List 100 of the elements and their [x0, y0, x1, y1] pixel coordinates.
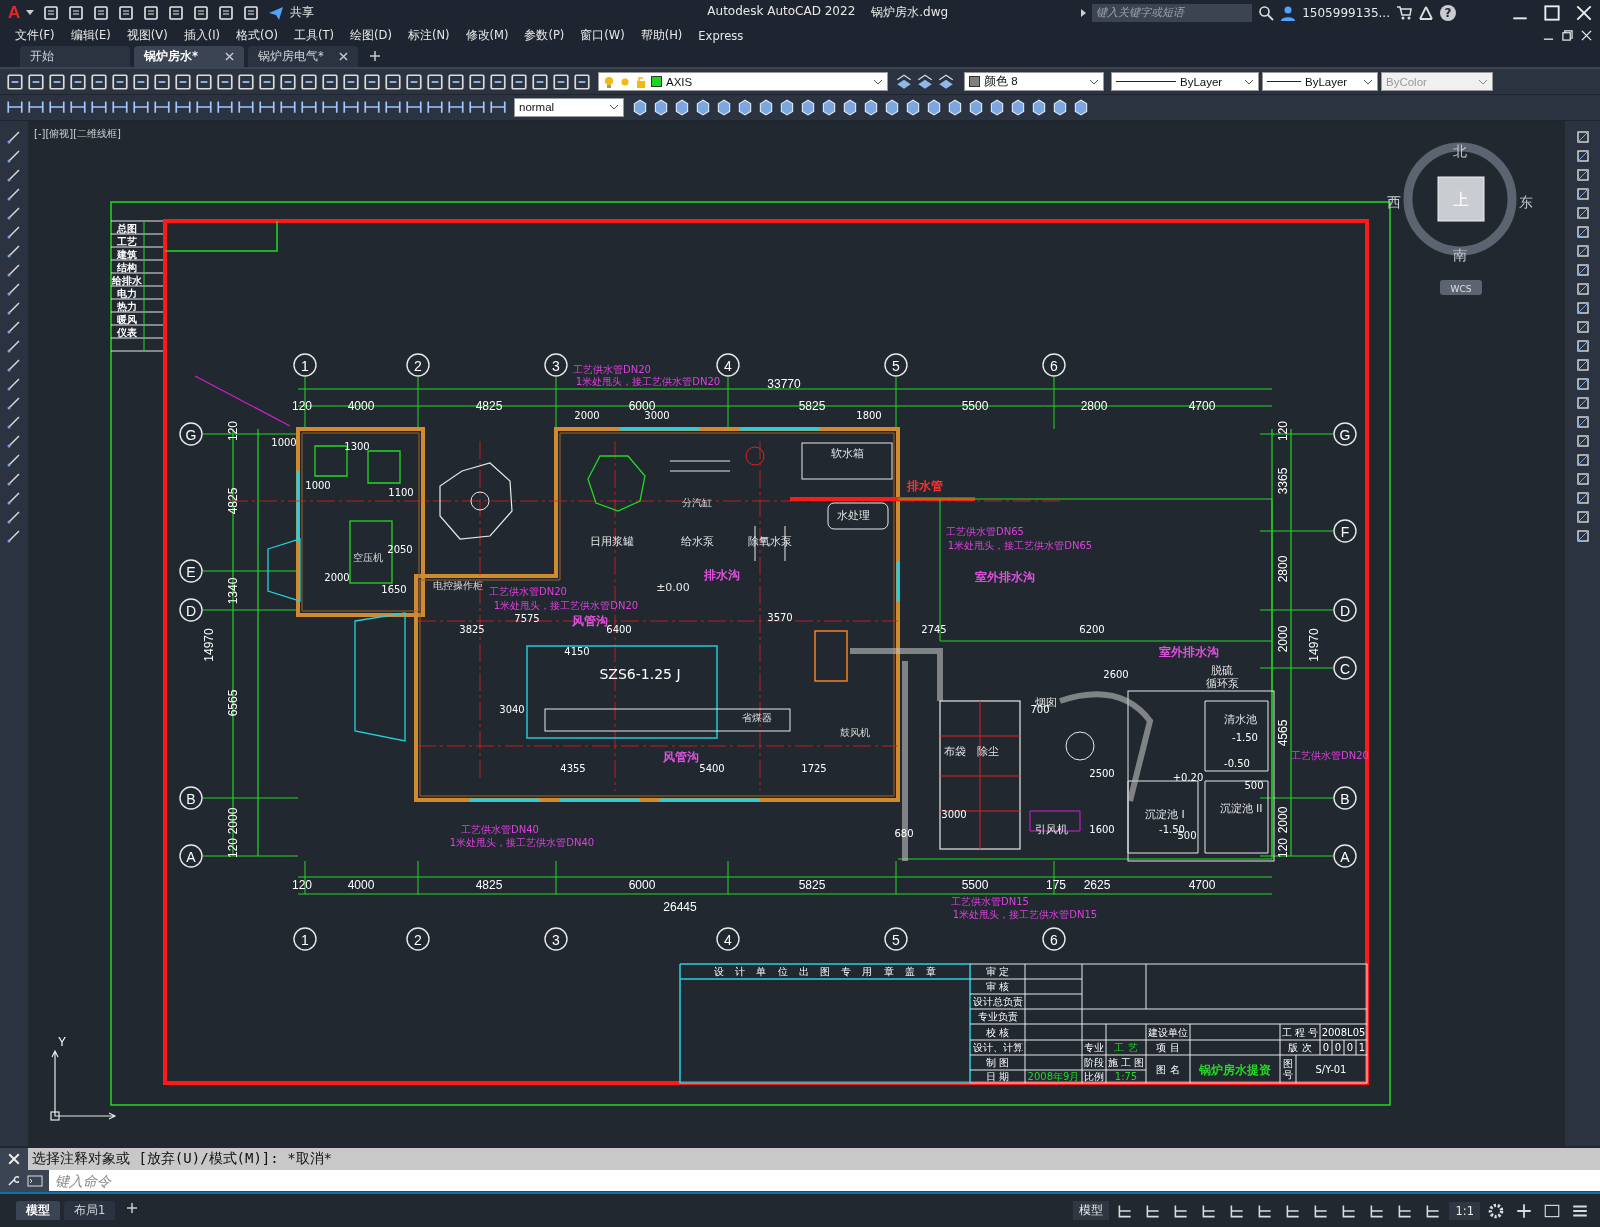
compass-label[interactable]: 北	[1453, 142, 1467, 159]
menu-item[interactable]: 标注(N)	[400, 28, 459, 44]
maximize-icon[interactable]	[1544, 4, 1560, 21]
toolbar-icon[interactable]	[111, 72, 129, 91]
modify-tool-icon[interactable]	[1574, 261, 1591, 278]
toolbar-icon[interactable]	[243, 4, 260, 21]
modify-tool-icon[interactable]	[1574, 527, 1591, 544]
toolbar-icon[interactable]	[778, 98, 796, 117]
menu-item[interactable]: 参数(P)	[517, 28, 574, 44]
toolbar-icon[interactable]	[967, 98, 985, 117]
draw-tool-icon[interactable]	[6, 128, 22, 145]
toolbar-icon[interactable]	[673, 98, 691, 117]
modify-tool-icon[interactable]	[1574, 337, 1591, 354]
toolbar-icon[interactable]	[90, 72, 108, 91]
modify-tool-icon[interactable]	[1574, 489, 1591, 506]
menu-item[interactable]: 文件(F)	[8, 28, 64, 44]
restore-icon[interactable]	[1562, 30, 1573, 42]
modify-tool-icon[interactable]	[1574, 242, 1591, 259]
draw-tool-icon[interactable]	[6, 489, 22, 506]
draw-tool-icon[interactable]	[6, 185, 22, 202]
toolbar-icon[interactable]	[195, 72, 213, 91]
draw-tool-icon[interactable]	[6, 508, 22, 525]
modify-tool-icon[interactable]	[1574, 356, 1591, 373]
draw-tool-icon[interactable]	[6, 394, 22, 411]
draw-tool-icon[interactable]	[6, 413, 22, 430]
expand-icon[interactable]	[1081, 8, 1087, 17]
draw-tool-icon[interactable]	[6, 470, 22, 487]
toolbar-icon[interactable]	[193, 4, 210, 21]
annotation-scale-button[interactable]: 1:1	[1449, 1201, 1480, 1220]
user-icon[interactable]	[1280, 4, 1297, 21]
menu-item[interactable]: 视图(V)	[119, 28, 177, 44]
layer-dropdown[interactable]: AXIS	[598, 72, 888, 92]
draw-tool-icon[interactable]	[6, 451, 22, 468]
toolbar-icon[interactable]	[363, 72, 381, 91]
viewport-label[interactable]: [-][俯视][二维线框]	[34, 127, 122, 139]
menu-item[interactable]: 工具(T)	[287, 28, 344, 44]
modify-tool-icon[interactable]	[1574, 318, 1591, 335]
toolbar-icon[interactable]	[988, 98, 1006, 117]
toolbar-icon[interactable]	[405, 72, 423, 91]
toolbar-icon[interactable]	[883, 98, 901, 117]
toolbar-icon[interactable]	[218, 4, 235, 21]
toolbar-icon[interactable]	[132, 72, 150, 91]
toolbar-icon[interactable]	[279, 72, 297, 91]
modify-tool-icon[interactable]	[1574, 280, 1591, 297]
wrench-icon[interactable]	[8, 1175, 19, 1187]
toolbar-icon[interactable]	[715, 98, 733, 117]
menu-item[interactable]: Express	[691, 28, 753, 43]
draw-tool-icon[interactable]	[6, 356, 22, 373]
plus-icon[interactable]	[127, 1202, 138, 1213]
toolbar-icon[interactable]	[43, 4, 60, 21]
draw-tool-icon[interactable]	[6, 318, 22, 335]
menu-item[interactable]: 编辑(E)	[63, 28, 120, 44]
search-icon[interactable]	[1258, 4, 1275, 21]
document-tab[interactable]: 开始	[20, 46, 130, 68]
draw-tool-icon[interactable]	[6, 299, 22, 316]
toolbar-icon[interactable]	[757, 98, 775, 117]
toolbar-icon[interactable]	[841, 98, 859, 117]
draw-tool-icon[interactable]	[6, 223, 22, 240]
toolbar-icon[interactable]	[321, 72, 339, 91]
modify-tool-icon[interactable]	[1574, 299, 1591, 316]
toolbar-icon[interactable]	[69, 72, 87, 91]
modify-tool-icon[interactable]	[1574, 204, 1591, 221]
menu-item[interactable]: 帮助(H)	[633, 28, 692, 44]
command-input[interactable]: 键入命令	[49, 1170, 1600, 1192]
share-button[interactable]: 共享	[290, 4, 315, 22]
menu-item[interactable]: 修改(M)	[458, 28, 518, 44]
modify-tool-icon[interactable]	[1574, 451, 1591, 468]
toolbar-icon[interactable]	[820, 98, 838, 117]
toolbar-icon[interactable]	[946, 98, 964, 117]
modify-tool-icon[interactable]	[1574, 166, 1591, 183]
toolbar-icon[interactable]	[552, 72, 570, 91]
toolbar-icon[interactable]	[1072, 98, 1090, 117]
lineweight-dropdown[interactable]: ByLayer	[1262, 72, 1378, 92]
document-tab[interactable]: 锅炉房电气*	[248, 46, 358, 68]
color-dropdown[interactable]: 颜色 8	[964, 72, 1104, 92]
search-field[interactable]: 键入关键字或短语	[1092, 3, 1253, 22]
toolbar-icon[interactable]	[6, 72, 24, 91]
draw-tool-icon[interactable]	[6, 166, 22, 183]
model-space-button[interactable]: 模型	[1073, 1201, 1110, 1221]
modify-tool-icon[interactable]	[1574, 223, 1591, 240]
menu-item[interactable]: 格式(O)	[229, 28, 288, 44]
draw-tool-icon[interactable]	[6, 204, 22, 221]
toolbar-icon[interactable]	[384, 72, 402, 91]
wcs-button[interactable]: WCS	[1440, 279, 1482, 295]
toolbar-icon[interactable]	[426, 72, 444, 91]
toolbar-icon[interactable]	[573, 72, 591, 91]
close-icon[interactable]	[339, 52, 348, 62]
close-icon[interactable]	[225, 52, 234, 62]
toolbar-icon[interactable]	[904, 98, 922, 117]
draw-tool-icon[interactable]	[6, 337, 22, 354]
toolbar-icon[interactable]	[216, 72, 234, 91]
toolbar-icon[interactable]	[916, 72, 934, 91]
toolbar-icon[interactable]	[300, 72, 318, 91]
modify-tool-icon[interactable]	[1574, 508, 1591, 525]
toolbar-icon[interactable]	[174, 72, 192, 91]
menu-item[interactable]: 窗口(W)	[573, 28, 634, 44]
dimension-style-dropdown[interactable]: normal	[514, 97, 624, 117]
compass-label[interactable]: 西	[1387, 193, 1401, 210]
compass-label[interactable]: 南	[1453, 246, 1467, 263]
toolbar-icon[interactable]	[895, 72, 913, 91]
